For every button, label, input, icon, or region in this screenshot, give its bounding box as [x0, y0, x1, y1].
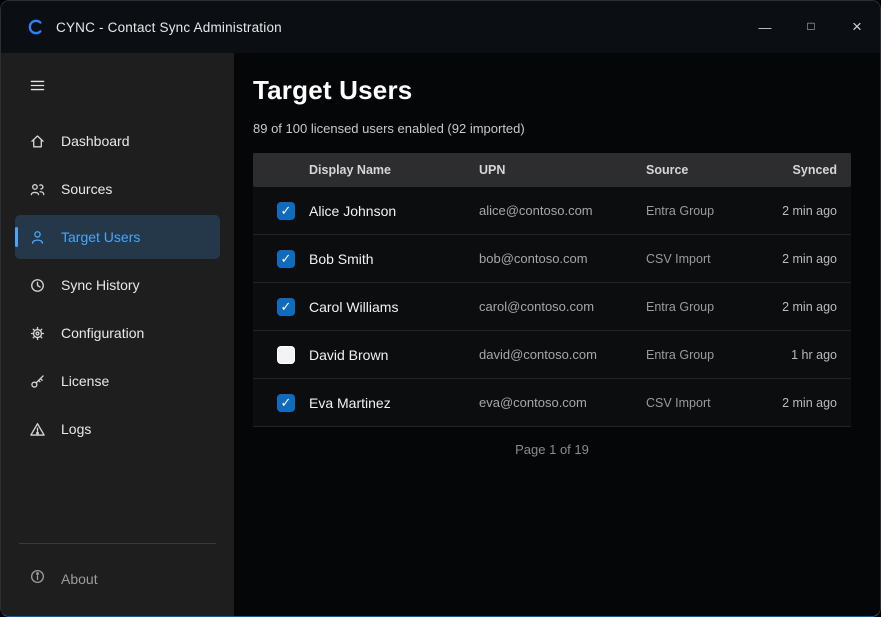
- source-cell: Entra Group: [646, 348, 733, 362]
- upn-cell: alice@contoso.com: [479, 203, 646, 218]
- synced-cell: 2 min ago: [733, 396, 851, 410]
- display-name-cell: Bob Smith: [309, 251, 479, 267]
- source-cell: Entra Group: [646, 204, 733, 218]
- people-icon: [29, 181, 46, 198]
- history-icon: [29, 277, 46, 294]
- sidebar: Dashboard Sources Target Users Sync Hist…: [1, 53, 234, 616]
- sidebar-item-target-users[interactable]: Target Users: [15, 215, 220, 259]
- minimize-button[interactable]: —: [742, 1, 788, 53]
- sidebar-item-license[interactable]: License: [15, 359, 220, 403]
- maximize-icon: □: [807, 19, 814, 33]
- synced-cell: 1 hr ago: [733, 348, 851, 362]
- table-row: David Brown david@contoso.com Entra Grou…: [253, 331, 851, 379]
- page-title: Target Users: [253, 75, 851, 106]
- row-checkbox[interactable]: ✓: [277, 250, 295, 268]
- synced-cell: 2 min ago: [733, 204, 851, 218]
- close-button[interactable]: ×: [834, 1, 880, 53]
- hamburger-icon: [29, 77, 46, 94]
- gear-icon: [29, 325, 46, 342]
- column-header-source: Source: [646, 163, 733, 177]
- upn-cell: carol@contoso.com: [479, 299, 646, 314]
- source-cell: CSV Import: [646, 396, 733, 410]
- row-checkbox[interactable]: ✓: [277, 394, 295, 412]
- about-label: About: [61, 571, 98, 587]
- sidebar-item-logs[interactable]: Logs: [15, 407, 220, 451]
- app-logo-icon: [27, 18, 45, 36]
- display-name-cell: Alice Johnson: [309, 203, 479, 219]
- column-header-upn: UPN: [479, 163, 646, 177]
- sidebar-item-sync-history[interactable]: Sync History: [15, 263, 220, 307]
- warning-icon: [29, 421, 46, 438]
- row-checkbox[interactable]: ✓: [277, 202, 295, 220]
- table-header: Display Name UPN Source Synced: [253, 153, 851, 187]
- source-cell: Entra Group: [646, 300, 733, 314]
- source-cell: CSV Import: [646, 252, 733, 266]
- close-icon: ×: [852, 17, 862, 37]
- table-row: ✓ Alice Johnson alice@contoso.com Entra …: [253, 187, 851, 235]
- sidebar-item-about[interactable]: About: [15, 556, 220, 602]
- row-checkbox[interactable]: ✓: [277, 298, 295, 316]
- target-users-table: Display Name UPN Source Synced ✓ Alice J…: [253, 153, 851, 427]
- user-count-summary: 89 of 100 licensed users enabled (92 imp…: [253, 121, 851, 136]
- key-icon: [29, 373, 46, 390]
- titlebar: CYNC - Contact Sync Administration — □ ×: [1, 1, 880, 53]
- table-row: ✓ Bob Smith bob@contoso.com CSV Import 2…: [253, 235, 851, 283]
- info-icon: [29, 568, 46, 590]
- maximize-button[interactable]: □: [788, 1, 834, 53]
- display-name-cell: Carol Williams: [309, 299, 479, 315]
- home-icon: [29, 133, 46, 150]
- upn-cell: eva@contoso.com: [479, 395, 646, 410]
- sidebar-item-sources[interactable]: Sources: [15, 167, 220, 211]
- table-row: ✓ Carol Williams carol@contoso.com Entra…: [253, 283, 851, 331]
- synced-cell: 2 min ago: [733, 300, 851, 314]
- pagination-label: Page 1 of 19: [253, 442, 851, 457]
- upn-cell: david@contoso.com: [479, 347, 646, 362]
- upn-cell: bob@contoso.com: [479, 251, 646, 266]
- minimize-icon: —: [759, 20, 772, 35]
- sidebar-item-configuration[interactable]: Configuration: [15, 311, 220, 355]
- sidebar-nav: Dashboard Sources Target Users Sync Hist…: [1, 117, 234, 453]
- display-name-cell: David Brown: [309, 347, 479, 363]
- menu-button[interactable]: [17, 67, 57, 103]
- column-header-synced: Synced: [733, 163, 851, 177]
- sidebar-divider: [19, 543, 216, 544]
- column-header-display-name: Display Name: [309, 163, 479, 177]
- sidebar-item-dashboard[interactable]: Dashboard: [15, 119, 220, 163]
- display-name-cell: Eva Martinez: [309, 395, 479, 411]
- user-table-body: ✓ Alice Johnson alice@contoso.com Entra …: [253, 187, 851, 427]
- app-window: CYNC - Contact Sync Administration — □ ×…: [0, 0, 881, 617]
- window-title: CYNC - Contact Sync Administration: [56, 20, 282, 35]
- row-checkbox[interactable]: [277, 346, 295, 364]
- main-content: Target Users 89 of 100 licensed users en…: [234, 53, 880, 616]
- synced-cell: 2 min ago: [733, 252, 851, 266]
- table-row: ✓ Eva Martinez eva@contoso.com CSV Impor…: [253, 379, 851, 427]
- person-icon: [29, 229, 46, 246]
